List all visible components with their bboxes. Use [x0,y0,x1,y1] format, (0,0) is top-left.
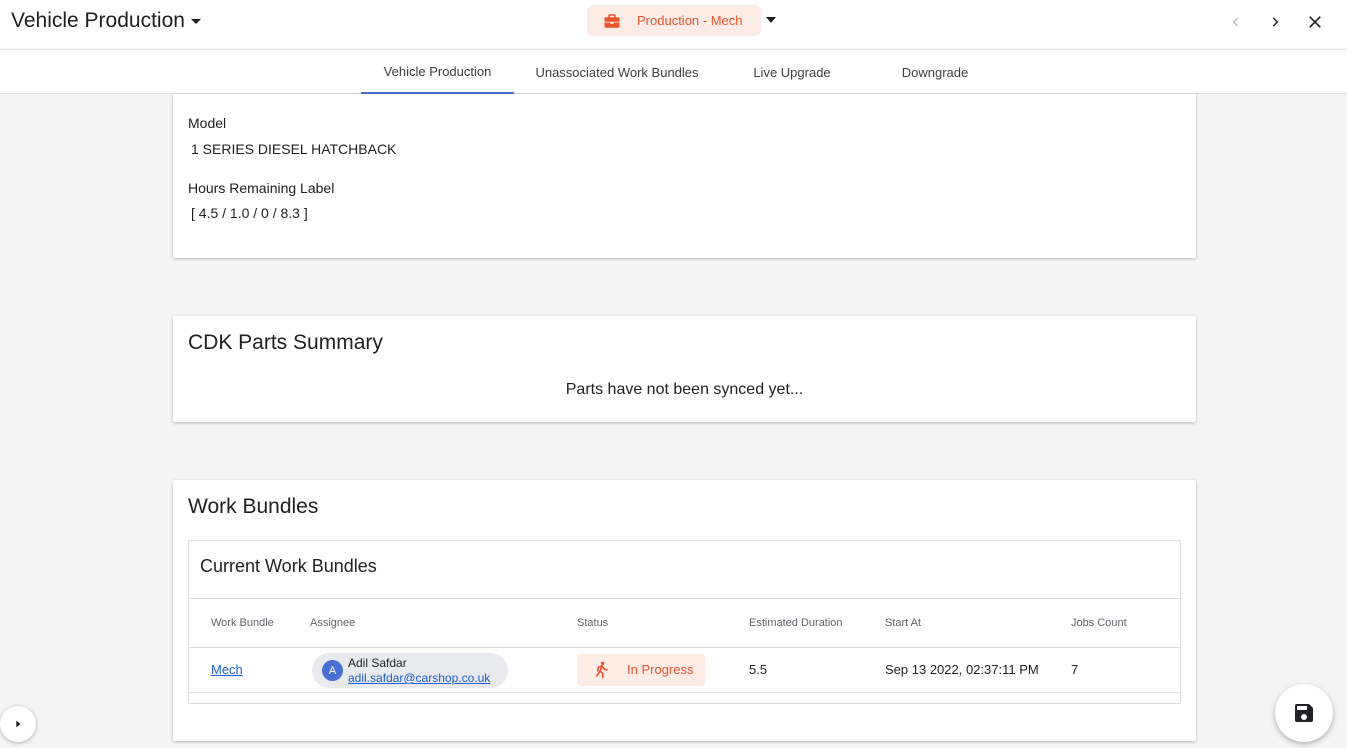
app-title-dropdown[interactable]: Vehicle Production [11,9,201,33]
status-label: In Progress [627,662,694,677]
column-header[interactable]: Estimated Duration [749,617,843,629]
work-bundles-card: Work Bundles Current Work Bundles Work B… [173,480,1196,741]
save-icon [1295,704,1313,722]
close-icon[interactable] [1304,11,1326,33]
column-header[interactable]: Jobs Count [1071,617,1127,629]
tab-vehicle-production[interactable]: Vehicle Production [361,50,514,94]
vehicle-details-card: Model 1 SERIES DIESEL HATCHBACK Hours Re… [173,94,1196,258]
sidebar-toggle-button[interactable] [0,706,36,742]
work-bundles-title: Work Bundles [188,495,319,518]
top-bar: Vehicle Production Production - Mech [0,0,1347,50]
chevron-left-icon[interactable] [1225,11,1247,33]
assignee-name: Adil Safdar [348,656,407,670]
briefcase-icon [604,13,620,28]
caret-down-icon [190,18,201,24]
column-header[interactable]: Assignee [310,617,355,629]
column-header[interactable]: Status [577,617,608,629]
parts-summary-title: CDK Parts Summary [188,331,383,354]
current-work-bundles-panel: Current Work Bundles Work Bundle Assigne… [188,540,1181,704]
column-header[interactable]: Start At [885,617,921,629]
model-label: Model [188,115,227,131]
running-person-icon [596,661,608,679]
tab-unassociated-work-bundles[interactable]: Unassociated Work Bundles [526,50,708,94]
work-bundle-link[interactable]: Mech [211,662,243,677]
mode-button[interactable]: Production - Mech [587,5,761,36]
chevron-right-icon[interactable] [1264,11,1286,33]
table-header: Work Bundle Assignee Status Estimated Du… [189,598,1180,648]
save-button[interactable] [1275,684,1333,742]
mode-label: Production - Mech [637,13,743,28]
estimated-duration: 5.5 [749,662,768,677]
parts-summary-card: CDK Parts Summary Parts have not been sy… [173,316,1196,422]
app-title: Vehicle Production [11,9,185,32]
parts-empty-message: Parts have not been synced yet... [565,381,804,398]
hours-remaining-value: [ 4.5 / 1.0 / 0 / 8.3 ] [191,205,308,221]
tab-live-upgrade[interactable]: Live Upgrade [736,50,848,94]
current-work-bundles-title: Current Work Bundles [200,556,377,576]
status-badge: In Progress [577,654,705,686]
assignee-chip[interactable]: A Adil Safdar adil.safdar@carshop.co.uk [312,653,508,688]
model-value: 1 SERIES DIESEL HATCHBACK [191,141,397,157]
column-header[interactable]: Work Bundle [211,617,274,629]
jobs-count: 7 [1071,662,1079,677]
assignee-email-link[interactable]: adil.safdar@carshop.co.uk [348,671,490,685]
tab-downgrade[interactable]: Downgrade [880,50,990,94]
start-at: Sep 13 2022, 02:37:11 PM [885,662,1039,677]
hours-remaining-label: Hours Remaining Label [188,180,335,196]
tab-bar: Vehicle Production Unassociated Work Bun… [0,50,1347,94]
table-row[interactable]: Mech A Adil Safdar adil.safdar@carshop.c… [189,648,1180,693]
chevron-right-small-icon [16,720,21,728]
avatar: A [322,660,343,681]
mode-dropdown-icon[interactable] [766,17,776,23]
